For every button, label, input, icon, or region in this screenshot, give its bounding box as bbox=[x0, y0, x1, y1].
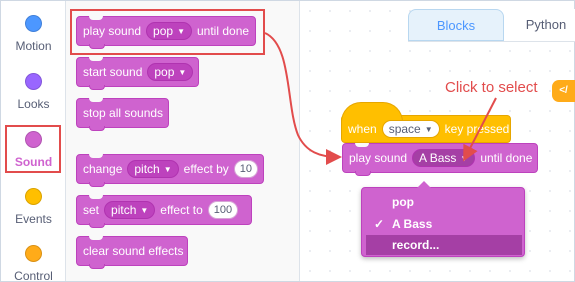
when-key-pressed-block[interactable]: when space ▼ key pressed bbox=[341, 102, 511, 143]
palette-set-effect-block[interactable]: set pitch ▼ effect to 100 bbox=[76, 195, 252, 228]
effect-dropdown[interactable]: pitch ▼ bbox=[127, 160, 179, 178]
looks-dot-icon bbox=[25, 73, 42, 90]
palette-stop-all-sounds-block[interactable]: stop all sounds bbox=[76, 98, 169, 131]
sound-dropdown-menu: pop ✓ A Bass record... bbox=[361, 181, 525, 257]
palette-start-sound-block[interactable]: start sound pop ▼ bbox=[76, 57, 199, 90]
dropdown-value: pop bbox=[154, 65, 175, 79]
sound-highlight-box bbox=[5, 125, 61, 173]
option-label: record... bbox=[392, 238, 440, 252]
dropdown-value: space bbox=[388, 122, 421, 136]
block-text: effect by bbox=[183, 162, 229, 176]
block-text: key pressed bbox=[444, 122, 510, 136]
dropdown-arrow-icon: ▼ bbox=[460, 153, 469, 163]
category-label: Control bbox=[14, 269, 53, 282]
menu-pointer bbox=[417, 181, 431, 188]
dropdown-value: pitch bbox=[134, 162, 160, 176]
block-text: until done bbox=[480, 151, 533, 165]
sound-dropdown-open[interactable]: A Bass ▼ bbox=[412, 149, 476, 167]
category-events[interactable]: Events bbox=[1, 178, 66, 236]
block-text: change bbox=[83, 162, 123, 176]
block-text: start sound bbox=[83, 65, 143, 79]
category-looks[interactable]: Looks bbox=[1, 63, 66, 121]
option-label: pop bbox=[392, 195, 414, 209]
block-text: set bbox=[83, 203, 100, 217]
block-text: stop all sounds bbox=[83, 106, 164, 120]
category-label: Looks bbox=[17, 97, 50, 111]
palette-change-effect-block[interactable]: change pitch ▼ effect by 10 bbox=[76, 154, 264, 187]
code-toggle-icon[interactable]: </ bbox=[552, 80, 575, 102]
dropdown-arrow-icon: ▼ bbox=[163, 164, 172, 174]
effect-value-input[interactable]: 10 bbox=[233, 160, 258, 178]
workspace-play-sound-until-done-block[interactable]: play sound A Bass ▼ until done bbox=[342, 143, 538, 176]
category-label: Motion bbox=[15, 39, 52, 53]
block-text: effect to bbox=[160, 203, 203, 217]
effect-dropdown[interactable]: pitch ▼ bbox=[104, 201, 156, 219]
dropdown-arrow-icon: ▼ bbox=[424, 124, 433, 134]
tab-python[interactable]: Python bbox=[504, 9, 575, 41]
menu-option-a-bass[interactable]: ✓ A Bass bbox=[366, 214, 522, 234]
hat-cap bbox=[341, 102, 403, 122]
dropdown-arrow-icon: ▼ bbox=[140, 205, 149, 215]
block-text: play sound bbox=[349, 151, 408, 165]
effect-value-input[interactable]: 100 bbox=[207, 201, 239, 219]
checkmark-icon: ✓ bbox=[374, 217, 385, 231]
dropdown-value: pitch bbox=[111, 203, 137, 217]
category-control[interactable]: Control bbox=[1, 235, 66, 282]
block-text: clear sound effects bbox=[83, 244, 184, 258]
key-dropdown[interactable]: space ▼ bbox=[381, 120, 440, 138]
menu-option-record[interactable]: record... bbox=[366, 235, 522, 255]
option-label: A Bass bbox=[392, 217, 433, 231]
menu-option-pop[interactable]: pop bbox=[366, 192, 522, 212]
tab-divider bbox=[408, 41, 575, 42]
tab-blocks[interactable]: Blocks bbox=[408, 9, 504, 41]
motion-dot-icon bbox=[25, 15, 42, 32]
dropdown-arrow-icon: ▼ bbox=[178, 67, 187, 77]
annotation-click-to-select: Click to select bbox=[445, 79, 538, 96]
events-dot-icon bbox=[25, 188, 42, 205]
category-label: Events bbox=[15, 212, 52, 226]
category-motion[interactable]: Motion bbox=[1, 5, 66, 63]
sound-dropdown[interactable]: pop ▼ bbox=[147, 63, 194, 81]
palette-clear-sound-effects-block[interactable]: clear sound effects bbox=[76, 236, 188, 269]
control-dot-icon bbox=[25, 245, 42, 262]
block-text: when bbox=[348, 122, 377, 136]
palette-block-highlight-box bbox=[70, 9, 265, 55]
dropdown-value: A Bass bbox=[419, 151, 457, 165]
